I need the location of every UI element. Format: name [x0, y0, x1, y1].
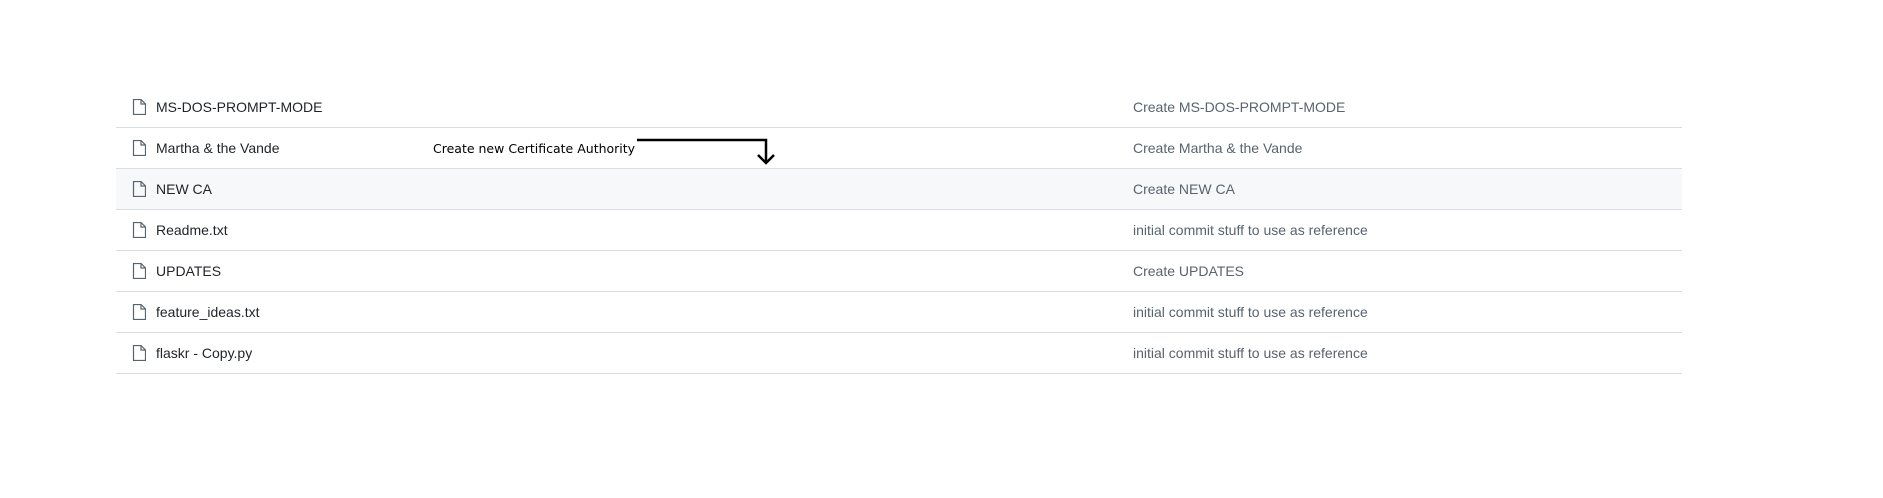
commit-message-link[interactable]: Create MS-DOS-PROMPT-MODE	[1133, 87, 1345, 127]
file-name-link[interactable]: UPDATES	[156, 251, 221, 291]
file-name-link[interactable]: Martha & the Vande	[156, 128, 279, 168]
table-row[interactable]: NEW CA Create NEW CA	[116, 169, 1682, 210]
file-name-link[interactable]: Readme.txt	[156, 210, 228, 250]
file-icon	[132, 304, 146, 320]
file-name-link[interactable]: MS-DOS-PROMPT-MODE	[156, 87, 322, 127]
file-icon	[132, 140, 146, 156]
commit-message-link[interactable]: initial commit stuff to use as reference	[1133, 333, 1368, 373]
file-icon	[132, 222, 146, 238]
file-icon	[132, 99, 146, 115]
table-row[interactable]: Readme.txt initial commit stuff to use a…	[116, 210, 1682, 251]
table-row[interactable]: Martha & the Vande Create Martha & the V…	[116, 128, 1682, 169]
file-icon	[132, 181, 146, 197]
commit-message-link[interactable]: initial commit stuff to use as reference	[1133, 292, 1368, 332]
table-row[interactable]: flaskr - Copy.py initial commit stuff to…	[116, 333, 1682, 374]
commit-message-link[interactable]: Create UPDATES	[1133, 251, 1244, 291]
commit-message-link[interactable]: initial commit stuff to use as reference	[1133, 210, 1368, 250]
page: MS-DOS-PROMPT-MODE Create MS-DOS-PROMPT-…	[0, 0, 1883, 498]
file-name-link[interactable]: flaskr - Copy.py	[156, 333, 252, 373]
annotation-label: Create new Certificate Authority	[433, 141, 636, 156]
table-row[interactable]: feature_ideas.txt initial commit stuff t…	[116, 292, 1682, 333]
commit-message-link[interactable]: Create Martha & the Vande	[1133, 128, 1302, 168]
arrow-down-icon	[637, 138, 775, 165]
file-table: MS-DOS-PROMPT-MODE Create MS-DOS-PROMPT-…	[116, 87, 1682, 374]
table-row[interactable]: UPDATES Create UPDATES	[116, 251, 1682, 292]
commit-message-link[interactable]: Create NEW CA	[1133, 169, 1235, 209]
file-icon	[132, 263, 146, 279]
file-name-link[interactable]: NEW CA	[156, 169, 212, 209]
table-row[interactable]: MS-DOS-PROMPT-MODE Create MS-DOS-PROMPT-…	[116, 87, 1682, 128]
file-icon	[132, 345, 146, 361]
file-name-link[interactable]: feature_ideas.txt	[156, 292, 260, 332]
